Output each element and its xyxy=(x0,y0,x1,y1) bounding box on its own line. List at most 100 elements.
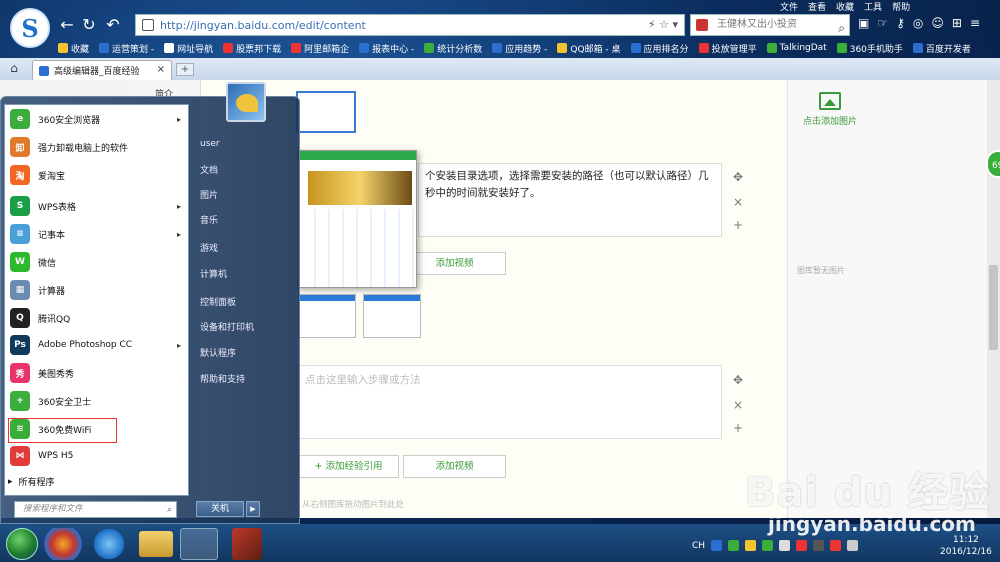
step-text-box[interactable]: 个安装目录选项，选择需要安装的路径（也可以默认路径）几秒中的时间就安装好了。 xyxy=(418,163,722,237)
game-icon[interactable] xyxy=(232,528,262,560)
search-icon[interactable]: ⌕ xyxy=(167,503,172,518)
new-tab-button[interactable]: + xyxy=(176,63,194,76)
bookmark-item[interactable]: 360手机助手 xyxy=(836,42,903,55)
back-icon[interactable]: ← xyxy=(58,15,76,34)
step-input[interactable]: 点击这里输入步骤或方法 xyxy=(296,365,722,439)
image-thumbnail[interactable] xyxy=(298,294,356,338)
start-menu-item[interactable]: ▦ 计算器 xyxy=(4,276,189,304)
tray-icon[interactable] xyxy=(813,540,825,551)
start-menu-item[interactable]: +360安全卫士 xyxy=(4,387,189,415)
shutdown-options-button[interactable]: ▶ xyxy=(246,501,260,517)
bookmark-item[interactable]: 阿里邮箱企 xyxy=(291,42,349,55)
add-image-button[interactable]: 点击添加图片 xyxy=(800,92,860,127)
start-menu-item[interactable]: W 微信 xyxy=(4,248,189,276)
bookmark-item[interactable]: 报表中心 - xyxy=(359,42,414,55)
ie-icon[interactable] xyxy=(90,528,128,560)
tray-icon[interactable] xyxy=(796,540,808,551)
bookmark-item[interactable]: TalkingDat xyxy=(766,43,827,53)
add-quote-button[interactable]: + 添加经验引用 xyxy=(298,455,399,478)
hand-icon[interactable]: ☞ xyxy=(877,16,888,30)
delete-icon[interactable]: × xyxy=(732,195,744,209)
search-input[interactable]: 王健林又出小投资 ⌕ xyxy=(690,14,850,36)
home-icon[interactable]: ⌂ xyxy=(4,61,24,77)
bookmark-item[interactable]: 应用趋势 - xyxy=(492,42,547,55)
start-menu-item[interactable]: e 360安全浏览器 ▸ xyxy=(4,105,189,133)
start-menu-item[interactable]: 淘爱淘宝 xyxy=(4,161,189,189)
bookmark-item[interactable]: 股票邦下载 xyxy=(223,42,281,55)
language-indicator[interactable]: CH xyxy=(692,541,705,551)
start-menu-link[interactable]: 游戏 xyxy=(200,241,218,254)
tab-editor[interactable]: 高级编辑器_百度经验 × xyxy=(32,60,172,80)
start-menu-link[interactable]: 控制面板 xyxy=(200,295,236,308)
menu-icon[interactable]: ≡ xyxy=(970,16,980,30)
bookmark-item[interactable]: 网址导航 xyxy=(164,42,213,55)
start-button[interactable] xyxy=(6,528,38,560)
user-avatar[interactable] xyxy=(226,82,266,122)
start-menu-item[interactable]: 秀美图秀秀 xyxy=(4,359,189,387)
start-menu-item[interactable]: ⋈ WPS H5 xyxy=(4,442,189,470)
tray-icon[interactable] xyxy=(779,540,791,551)
start-menu-link[interactable]: 默认程序 xyxy=(200,346,236,359)
face-icon[interactable]: ☺ xyxy=(931,16,944,30)
key-icon[interactable]: ⚷ xyxy=(896,16,905,30)
start-menu-link[interactable]: 文档 xyxy=(200,163,218,176)
add-icon[interactable]: + xyxy=(732,218,744,232)
add-icon[interactable]: + xyxy=(732,421,744,435)
shutdown-button[interactable]: 关机 xyxy=(196,501,244,517)
extension-icon[interactable]: ▣ xyxy=(858,16,869,30)
tab-close-icon[interactable]: × xyxy=(157,64,165,75)
start-menu-item[interactable]: 卸强力卸载电脑上的软件 xyxy=(4,133,189,161)
undo-icon[interactable]: ↶ xyxy=(104,15,122,34)
clock[interactable]: 11:12 2016/12/16 xyxy=(940,534,992,558)
bookmark-item[interactable]: 统计分析数 xyxy=(424,42,482,55)
image-thumbnail-selected[interactable] xyxy=(296,91,356,133)
address-bar[interactable]: http://jingyan.baidu.com/edit/content ⚡ … xyxy=(135,14,685,36)
bookmark-item[interactable]: 百度开发者 xyxy=(912,42,971,55)
start-menu-item[interactable]: ≡ 记事本 ▸ xyxy=(4,220,189,248)
delete-icon[interactable]: × xyxy=(732,398,744,412)
floating-badge[interactable]: 69 xyxy=(986,150,1000,178)
start-menu-link[interactable]: 音乐 xyxy=(200,213,218,226)
menu-help[interactable]: 帮助 xyxy=(892,0,910,14)
tray-icon[interactable] xyxy=(728,540,740,551)
menu-file[interactable]: 文件 xyxy=(780,0,798,14)
browser-taskbar-icon[interactable] xyxy=(180,528,218,560)
add-video-button[interactable]: 添加视频 xyxy=(403,252,506,275)
move-icon[interactable]: ✥ xyxy=(732,170,744,184)
tray-icon[interactable] xyxy=(762,540,774,551)
start-menu-item[interactable]: Q 腾讯QQ xyxy=(4,304,189,332)
add-video-button[interactable]: 添加视频 xyxy=(403,455,506,478)
menu-view[interactable]: 查看 xyxy=(808,0,826,14)
bookmark-item[interactable]: 应用排名分 xyxy=(630,42,689,55)
all-programs[interactable]: ▸ 所有程序 xyxy=(8,475,55,489)
scrollbar-thumb[interactable] xyxy=(989,265,998,350)
scrollbar[interactable] xyxy=(987,80,1000,518)
start-menu-link[interactable]: 图片 xyxy=(200,188,218,201)
star-icon[interactable]: ⚡ ☆ ▾ xyxy=(648,18,678,31)
tray-icon[interactable] xyxy=(745,540,757,551)
bookmark-item[interactable]: 投放管理平 xyxy=(698,42,757,55)
start-search-input[interactable]: 搜索程序和文件 ⌕ xyxy=(14,501,177,518)
start-menu-item[interactable]: S WPS表格 ▸ xyxy=(4,192,189,220)
start-menu-link[interactable]: 设备和打印机 xyxy=(200,320,254,333)
search-icon[interactable]: ⌕ xyxy=(838,18,845,38)
folder-icon[interactable] xyxy=(139,531,173,557)
refresh-icon[interactable]: ↻ xyxy=(80,15,98,34)
bookmark-item[interactable]: QQ邮箱 - 桌 xyxy=(557,42,621,55)
menu-tools[interactable]: 工具 xyxy=(864,0,882,14)
start-menu-link[interactable]: 计算机 xyxy=(200,267,227,280)
start-menu-link[interactable]: user xyxy=(200,139,220,149)
tray-icon[interactable] xyxy=(830,540,842,551)
bookmark-item[interactable]: 收藏 xyxy=(58,42,89,55)
tray-icon[interactable] xyxy=(711,540,723,551)
move-icon[interactable]: ✥ xyxy=(732,373,744,387)
taskbar-app-icon[interactable] xyxy=(44,528,82,560)
tray-icon[interactable] xyxy=(847,540,859,551)
start-menu-item[interactable]: Ps Adobe Photoshop CC ▸ xyxy=(4,331,189,359)
menu-favorites[interactable]: 收藏 xyxy=(836,0,854,14)
globe-icon[interactable]: ◎ xyxy=(913,16,923,30)
start-menu-link[interactable]: 帮助和支持 xyxy=(200,372,245,385)
bookmark-item[interactable]: 运营策划 - xyxy=(99,42,154,55)
browser-logo[interactable]: S xyxy=(10,8,50,48)
grid-icon[interactable]: ⊞ xyxy=(952,16,962,30)
